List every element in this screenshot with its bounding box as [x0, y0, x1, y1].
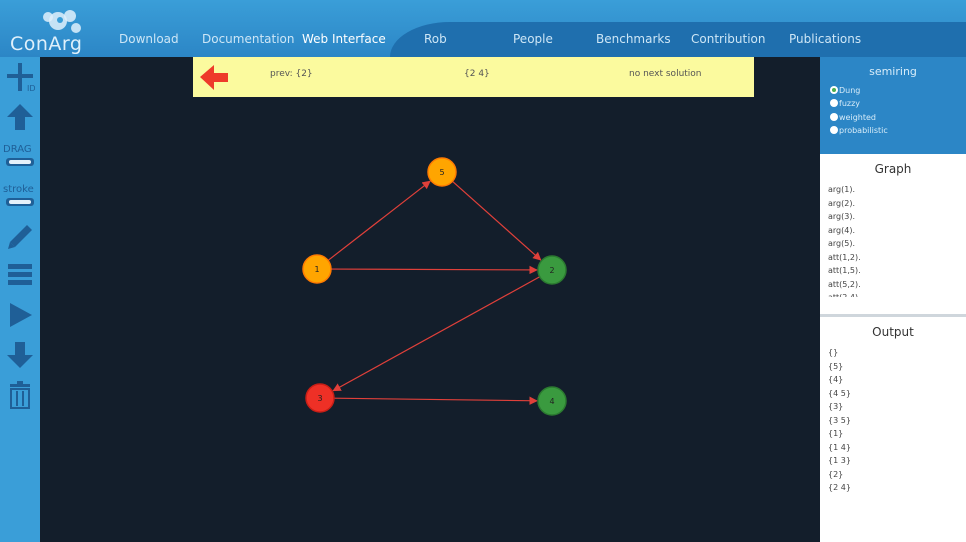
- radio-label: Dung: [839, 85, 861, 95]
- node-label: 2: [549, 266, 554, 275]
- upload-button[interactable]: [0, 99, 40, 135]
- radio-dung[interactable]: [830, 86, 838, 94]
- play-icon: [10, 303, 32, 327]
- nav-publications[interactable]: Publications: [789, 32, 861, 46]
- output-line: {4}: [828, 375, 844, 384]
- output-line: {1 3}: [828, 456, 851, 465]
- argument-node-2[interactable]: 2: [537, 255, 567, 285]
- graph-line: att(1,5).: [828, 266, 861, 275]
- attack-edge-2-3[interactable]: [332, 276, 541, 392]
- graph-title: Graph: [874, 162, 912, 176]
- play-button[interactable]: [0, 297, 40, 333]
- output-line: {1 4}: [828, 442, 851, 452]
- output-line: {}: [828, 348, 839, 357]
- stroke-toggle[interactable]: [6, 198, 34, 206]
- nav-people[interactable]: People: [513, 32, 553, 46]
- attack-edge-3-4[interactable]: [333, 396, 538, 405]
- graph-line: att(2,4).: [828, 291, 958, 297]
- nav-download[interactable]: Download: [119, 32, 179, 46]
- nav-documentation[interactable]: Documentation: [202, 32, 295, 46]
- node-label: 5: [439, 168, 444, 177]
- drag-toggle[interactable]: [6, 158, 34, 166]
- argument-graph[interactable]: 5 1 2 3 4: [40, 57, 820, 542]
- semiring-option-fuzzy[interactable]: fuzzy: [830, 97, 860, 109]
- output-line: {2 4}: [828, 483, 851, 492]
- output-line: {5}: [828, 361, 844, 371]
- graph-line: att(1,2).: [828, 252, 861, 262]
- radio-label: probabilistic: [839, 125, 888, 135]
- radio-weighted[interactable]: [830, 113, 838, 121]
- stroke-label: stroke: [3, 184, 34, 195]
- arrow-up-icon: [7, 104, 33, 130]
- add-node-button[interactable]: ID: [0, 59, 40, 95]
- drag-label: DRAG: [3, 144, 32, 155]
- node-label: 1: [314, 265, 319, 274]
- download-button[interactable]: [0, 337, 40, 373]
- attack-edge-1-5[interactable]: [327, 180, 431, 261]
- argument-node-1[interactable]: 1: [302, 254, 332, 284]
- graph-panel: Graph arg(1). arg(2). arg(3). arg(4). arg(5)…: [820, 156, 966, 297]
- pencil-icon: [8, 225, 32, 249]
- output-line: {4 5}: [828, 388, 851, 398]
- output-panel: Output {} {5} {4} {4 5} {3} {3 5} {1} {1 4} {1 3…: [820, 317, 966, 542]
- current-solution: {2 4}: [464, 69, 490, 79]
- add-node-label: ID: [27, 84, 36, 93]
- nav-contribution[interactable]: Contribution: [691, 32, 766, 46]
- output-line: {2}: [828, 469, 844, 479]
- logo[interactable]: ConArg: [8, 8, 88, 55]
- prev-solution-link[interactable]: prev: {2}: [270, 69, 313, 79]
- graph-line: arg(5).: [828, 239, 856, 248]
- output-line: {3 5}: [828, 415, 851, 425]
- nav-rob[interactable]: Rob: [424, 32, 447, 46]
- delete-button[interactable]: [0, 377, 40, 413]
- brand-name: ConArg: [10, 33, 83, 55]
- graph-line: arg(1).: [828, 185, 856, 194]
- output-line: {3}: [828, 402, 844, 411]
- attack-edge-5-2[interactable]: [452, 180, 542, 261]
- argument-node-4[interactable]: 4: [537, 386, 567, 416]
- header-wave: [390, 22, 966, 57]
- toolbar: ID DRAG stroke: [0, 57, 40, 542]
- attack-edge-1-2[interactable]: [330, 265, 538, 275]
- layers-button[interactable]: [0, 257, 40, 293]
- node-label: 4: [549, 397, 554, 406]
- next-solution-status: no next solution: [629, 69, 702, 79]
- semiring-option-weighted[interactable]: weighted: [830, 111, 876, 123]
- graph-line: arg(4).: [828, 225, 856, 235]
- nav-benchmarks[interactable]: Benchmarks: [596, 32, 671, 46]
- radio-probabilistic[interactable]: [830, 126, 838, 134]
- argument-node-3[interactable]: 3: [305, 383, 335, 413]
- trash-icon: [10, 381, 30, 409]
- graph-definition-list[interactable]: arg(1). arg(2). arg(3). arg(4). arg(5). att(1…: [828, 183, 958, 297]
- edit-button[interactable]: [0, 219, 40, 255]
- output-line: {1}: [828, 429, 844, 438]
- graph-line: arg(2).: [828, 198, 856, 208]
- add-node-icon: ID: [7, 63, 36, 93]
- arrow-down-icon: [7, 342, 33, 368]
- back-arrow-icon[interactable]: [197, 59, 237, 99]
- solution-bar: prev: {2} {2 4} no next solution: [193, 57, 754, 97]
- header: ConArg Download Documentation Web Interf…: [0, 0, 966, 57]
- radio-fuzzy[interactable]: [830, 99, 838, 107]
- semiring-panel: semiring Dung fuzzy weighted probabilist…: [820, 57, 966, 154]
- graph-canvas[interactable]: 5 1 2 3 4: [40, 57, 820, 542]
- graph-line: att(5,2).: [828, 279, 861, 289]
- semiring-option-dung[interactable]: Dung: [830, 84, 860, 96]
- layers-icon: [8, 264, 32, 285]
- side-panel: semiring Dung fuzzy weighted probabilist…: [820, 57, 966, 542]
- node-label: 3: [317, 394, 322, 403]
- argument-node-5[interactable]: 5: [427, 157, 457, 187]
- radio-label: weighted: [839, 112, 876, 122]
- graph-line: arg(3).: [828, 212, 856, 221]
- nav-web-interface[interactable]: Web Interface: [302, 32, 386, 46]
- semiring-title: semiring: [869, 65, 917, 78]
- semiring-option-probabilistic[interactable]: probabilistic: [830, 124, 888, 136]
- output-title: Output: [872, 325, 914, 339]
- radio-label: fuzzy: [839, 98, 861, 108]
- output-list[interactable]: {} {5} {4} {4 5} {3} {3 5} {1} {1 4} {1 3} {2} {2 …: [828, 346, 958, 536]
